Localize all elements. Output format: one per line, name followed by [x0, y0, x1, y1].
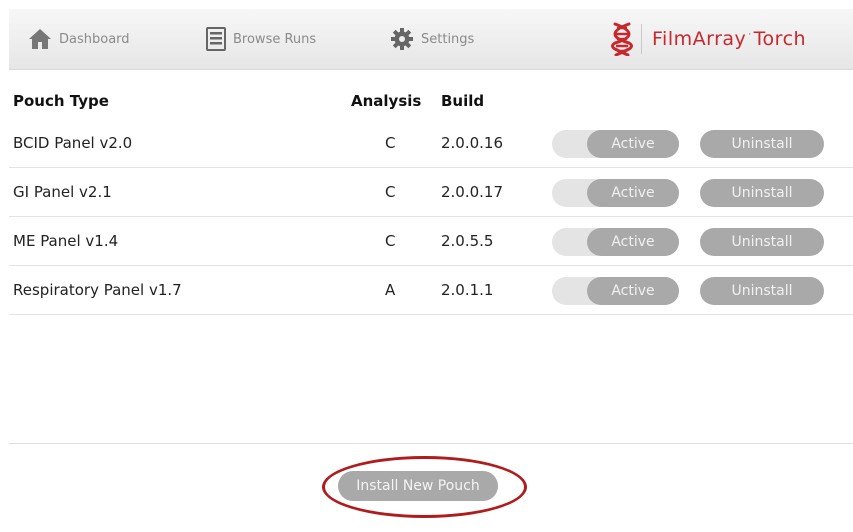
pouch-name: Respiratory Panel v1.7 — [13, 281, 182, 299]
brand-logo: FilmArray · Torch — [611, 9, 806, 69]
build-value: 2.0.5.5 — [441, 232, 494, 250]
nav-browse-runs[interactable]: Browse Runs — [206, 9, 316, 69]
pouch-name: ME Panel v1.4 — [13, 232, 119, 250]
header-build: Build — [441, 92, 485, 110]
brand-name: FilmArray — [652, 28, 747, 50]
brand-product: Torch — [753, 28, 807, 50]
home-icon — [29, 29, 51, 49]
analysis-value: A — [385, 281, 396, 299]
uninstall-button[interactable]: Uninstall — [700, 179, 824, 207]
brand-divider — [641, 24, 642, 54]
uninstall-button[interactable]: Uninstall — [700, 130, 824, 158]
table-row: ME Panel v1.4 C 2.0.5.5 Active Uninstall — [9, 217, 853, 266]
brand-wordmark: FilmArray · Torch — [652, 28, 806, 50]
header-analysis: Analysis — [351, 92, 422, 110]
nav-settings[interactable]: Settings — [390, 9, 474, 69]
active-toggle-label: Active — [587, 179, 679, 207]
analysis-value: C — [385, 232, 396, 250]
analysis-value: C — [385, 183, 396, 201]
active-toggle-label: Active — [587, 277, 679, 305]
pouch-name: GI Panel v2.1 — [13, 183, 112, 201]
install-new-pouch-button[interactable]: Install New Pouch — [338, 471, 498, 501]
nav-browse-runs-label: Browse Runs — [233, 31, 317, 47]
pouch-name: BCID Panel v2.0 — [13, 134, 133, 152]
build-value: 2.0.0.16 — [441, 134, 504, 152]
brand-mark: · — [748, 30, 752, 40]
nav-dashboard[interactable]: Dashboard — [28, 9, 130, 69]
uninstall-button[interactable]: Uninstall — [700, 228, 824, 256]
top-navigation-bar: Dashboard Browse Runs Settings FilmArray… — [9, 9, 853, 70]
list-icon — [206, 27, 226, 51]
analysis-value: C — [385, 134, 396, 152]
active-toggle-label: Active — [587, 228, 679, 256]
build-value: 2.0.1.1 — [441, 281, 494, 299]
table-row: BCID Panel v2.0 C 2.0.0.16 Active Uninst… — [9, 119, 853, 168]
header-pouch-type: Pouch Type — [13, 92, 109, 110]
gear-icon — [391, 28, 413, 50]
app-window: Dashboard Browse Runs Settings FilmArray… — [9, 9, 853, 532]
active-toggle-label: Active — [587, 130, 679, 158]
table-row: Respiratory Panel v1.7 A 2.0.1.1 Active … — [9, 266, 853, 315]
active-toggle[interactable]: Active — [552, 277, 679, 305]
table-header: Pouch Type Analysis Build — [9, 70, 853, 117]
active-toggle[interactable]: Active — [552, 130, 679, 158]
uninstall-button[interactable]: Uninstall — [700, 277, 824, 305]
nav-settings-label: Settings — [421, 31, 475, 47]
table-row: GI Panel v2.1 C 2.0.0.17 Active Uninstal… — [9, 168, 853, 217]
active-toggle[interactable]: Active — [552, 179, 679, 207]
nav-dashboard-label: Dashboard — [59, 31, 130, 47]
dna-helix-logo-icon — [611, 22, 633, 56]
footer-divider — [9, 443, 853, 444]
active-toggle[interactable]: Active — [552, 228, 679, 256]
build-value: 2.0.0.17 — [441, 183, 504, 201]
